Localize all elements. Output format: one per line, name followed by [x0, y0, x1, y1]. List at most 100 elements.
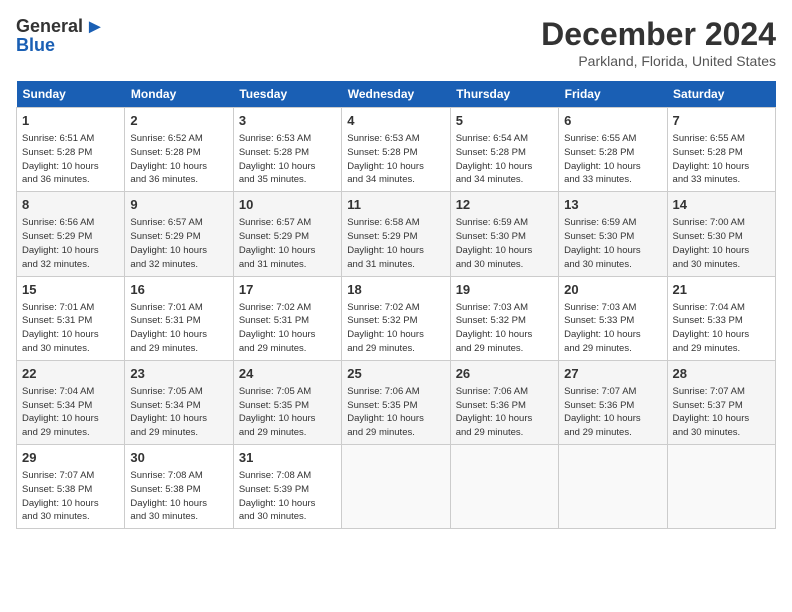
calendar-cell: 31 Sunrise: 7:08 AM Sunset: 5:39 PM Dayli… [233, 445, 341, 529]
day-info: Sunrise: 6:53 AM Sunset: 5:28 PM Dayligh… [347, 132, 444, 187]
day-number: 28 [673, 365, 770, 383]
day-number: 9 [130, 196, 227, 214]
calendar-cell: 28 Sunrise: 7:07 AM Sunset: 5:37 PM Dayli… [667, 360, 775, 444]
calendar-cell: 12 Sunrise: 6:59 AM Sunset: 5:30 PM Dayli… [450, 192, 558, 276]
day-number: 22 [22, 365, 119, 383]
calendar-cell: 24 Sunrise: 7:05 AM Sunset: 5:35 PM Dayli… [233, 360, 341, 444]
day-info: Sunrise: 7:08 AM Sunset: 5:39 PM Dayligh… [239, 469, 336, 524]
calendar-cell: 8Sunrise: 6:56 AM Sunset: 5:29 PM Daylig… [17, 192, 125, 276]
calendar-cell: 7 Sunrise: 6:55 AM Sunset: 5:28 PM Daylig… [667, 108, 775, 192]
calendar-cell: 10 Sunrise: 6:57 AM Sunset: 5:29 PM Dayli… [233, 192, 341, 276]
calendar-cell: 3Sunrise: 6:53 AM Sunset: 5:28 PM Daylig… [233, 108, 341, 192]
day-number: 27 [564, 365, 661, 383]
header-sunday: Sunday [17, 81, 125, 108]
day-info: Sunrise: 7:07 AM Sunset: 5:38 PM Dayligh… [22, 469, 119, 524]
title-section: December 2024 Parkland, Florida, United … [541, 16, 776, 69]
day-info: Sunrise: 6:55 AM Sunset: 5:28 PM Dayligh… [673, 132, 770, 187]
header-thursday: Thursday [450, 81, 558, 108]
calendar-cell: 25Sunrise: 7:06 AM Sunset: 5:35 PM Dayli… [342, 360, 450, 444]
day-info: Sunrise: 7:05 AM Sunset: 5:34 PM Dayligh… [130, 385, 227, 440]
calendar-cell [559, 445, 667, 529]
day-number: 21 [673, 281, 770, 299]
day-number: 25 [347, 365, 444, 383]
day-info: Sunrise: 6:53 AM Sunset: 5:28 PM Dayligh… [239, 132, 336, 187]
day-number: 1 [22, 112, 119, 130]
calendar-cell: 2 Sunrise: 6:52 AM Sunset: 5:28 PM Daylig… [125, 108, 233, 192]
header-friday: Friday [559, 81, 667, 108]
day-info: Sunrise: 6:59 AM Sunset: 5:30 PM Dayligh… [564, 216, 661, 271]
day-info: Sunrise: 7:08 AM Sunset: 5:38 PM Dayligh… [130, 469, 227, 524]
day-number: 24 [239, 365, 336, 383]
day-info: Sunrise: 7:07 AM Sunset: 5:36 PM Dayligh… [564, 385, 661, 440]
calendar-cell: 23Sunrise: 7:05 AM Sunset: 5:34 PM Dayli… [125, 360, 233, 444]
day-number: 29 [22, 449, 119, 467]
day-number: 26 [456, 365, 553, 383]
calendar-table: SundayMondayTuesdayWednesdayThursdayFrid… [16, 81, 776, 529]
day-number: 13 [564, 196, 661, 214]
day-info: Sunrise: 7:05 AM Sunset: 5:35 PM Dayligh… [239, 385, 336, 440]
day-number: 15 [22, 281, 119, 299]
day-number: 2 [130, 112, 227, 130]
day-info: Sunrise: 7:00 AM Sunset: 5:30 PM Dayligh… [673, 216, 770, 271]
day-number: 11 [347, 196, 444, 214]
calendar-cell: 30 Sunrise: 7:08 AM Sunset: 5:38 PM Dayli… [125, 445, 233, 529]
day-number: 19 [456, 281, 553, 299]
day-number: 20 [564, 281, 661, 299]
day-number: 12 [456, 196, 553, 214]
logo-bird-icon: ► [85, 16, 105, 38]
day-info: Sunrise: 7:01 AM Sunset: 5:31 PM Dayligh… [22, 301, 119, 356]
page-header: General ► Blue December 2024 Parkland, F… [16, 16, 776, 69]
day-number: 10 [239, 196, 336, 214]
calendar-week-row: 29 Sunrise: 7:07 AM Sunset: 5:38 PM Dayli… [17, 445, 776, 529]
day-info: Sunrise: 6:57 AM Sunset: 5:29 PM Dayligh… [130, 216, 227, 271]
month-title: December 2024 [541, 16, 776, 53]
calendar-cell: 29 Sunrise: 7:07 AM Sunset: 5:38 PM Dayli… [17, 445, 125, 529]
header-monday: Monday [125, 81, 233, 108]
day-info: Sunrise: 6:54 AM Sunset: 5:28 PM Dayligh… [456, 132, 553, 187]
header-wednesday: Wednesday [342, 81, 450, 108]
calendar-week-row: 8Sunrise: 6:56 AM Sunset: 5:29 PM Daylig… [17, 192, 776, 276]
day-info: Sunrise: 7:04 AM Sunset: 5:33 PM Dayligh… [673, 301, 770, 356]
day-info: Sunrise: 7:03 AM Sunset: 5:33 PM Dayligh… [564, 301, 661, 356]
calendar-cell: 11Sunrise: 6:58 AM Sunset: 5:29 PM Dayli… [342, 192, 450, 276]
day-number: 18 [347, 281, 444, 299]
day-info: Sunrise: 6:57 AM Sunset: 5:29 PM Dayligh… [239, 216, 336, 271]
header-tuesday: Tuesday [233, 81, 341, 108]
day-number: 7 [673, 112, 770, 130]
day-info: Sunrise: 6:55 AM Sunset: 5:28 PM Dayligh… [564, 132, 661, 187]
calendar-cell [667, 445, 775, 529]
calendar-cell: 13 Sunrise: 6:59 AM Sunset: 5:30 PM Dayli… [559, 192, 667, 276]
day-info: Sunrise: 7:06 AM Sunset: 5:36 PM Dayligh… [456, 385, 553, 440]
calendar-cell [342, 445, 450, 529]
calendar-cell: 6 Sunrise: 6:55 AM Sunset: 5:28 PM Daylig… [559, 108, 667, 192]
location-title: Parkland, Florida, United States [541, 53, 776, 69]
calendar-week-row: 15 Sunrise: 7:01 AM Sunset: 5:31 PM Dayli… [17, 276, 776, 360]
calendar-cell: 21 Sunrise: 7:04 AM Sunset: 5:33 PM Dayli… [667, 276, 775, 360]
day-number: 17 [239, 281, 336, 299]
calendar-cell: 22Sunrise: 7:04 AM Sunset: 5:34 PM Dayli… [17, 360, 125, 444]
day-number: 14 [673, 196, 770, 214]
day-number: 30 [130, 449, 227, 467]
calendar-cell: 15 Sunrise: 7:01 AM Sunset: 5:31 PM Dayli… [17, 276, 125, 360]
logo: General ► Blue [16, 16, 105, 56]
calendar-cell: 9 Sunrise: 6:57 AM Sunset: 5:29 PM Daylig… [125, 192, 233, 276]
logo-text-blue: Blue [16, 36, 105, 56]
calendar-week-row: 22Sunrise: 7:04 AM Sunset: 5:34 PM Dayli… [17, 360, 776, 444]
day-info: Sunrise: 6:52 AM Sunset: 5:28 PM Dayligh… [130, 132, 227, 187]
day-info: Sunrise: 7:07 AM Sunset: 5:37 PM Dayligh… [673, 385, 770, 440]
day-number: 8 [22, 196, 119, 214]
calendar-cell [450, 445, 558, 529]
calendar-cell: 1 Sunrise: 6:51 AM Sunset: 5:28 PM Daylig… [17, 108, 125, 192]
calendar-cell: 5Sunrise: 6:54 AM Sunset: 5:28 PM Daylig… [450, 108, 558, 192]
header-saturday: Saturday [667, 81, 775, 108]
calendar-cell: 14 Sunrise: 7:00 AM Sunset: 5:30 PM Dayli… [667, 192, 775, 276]
day-number: 16 [130, 281, 227, 299]
calendar-cell: 20 Sunrise: 7:03 AM Sunset: 5:33 PM Dayli… [559, 276, 667, 360]
day-info: Sunrise: 6:51 AM Sunset: 5:28 PM Dayligh… [22, 132, 119, 187]
day-info: Sunrise: 6:59 AM Sunset: 5:30 PM Dayligh… [456, 216, 553, 271]
calendar-cell: 26 Sunrise: 7:06 AM Sunset: 5:36 PM Dayli… [450, 360, 558, 444]
day-number: 6 [564, 112, 661, 130]
day-info: Sunrise: 7:02 AM Sunset: 5:32 PM Dayligh… [347, 301, 444, 356]
calendar-cell: 27 Sunrise: 7:07 AM Sunset: 5:36 PM Dayli… [559, 360, 667, 444]
day-number: 31 [239, 449, 336, 467]
